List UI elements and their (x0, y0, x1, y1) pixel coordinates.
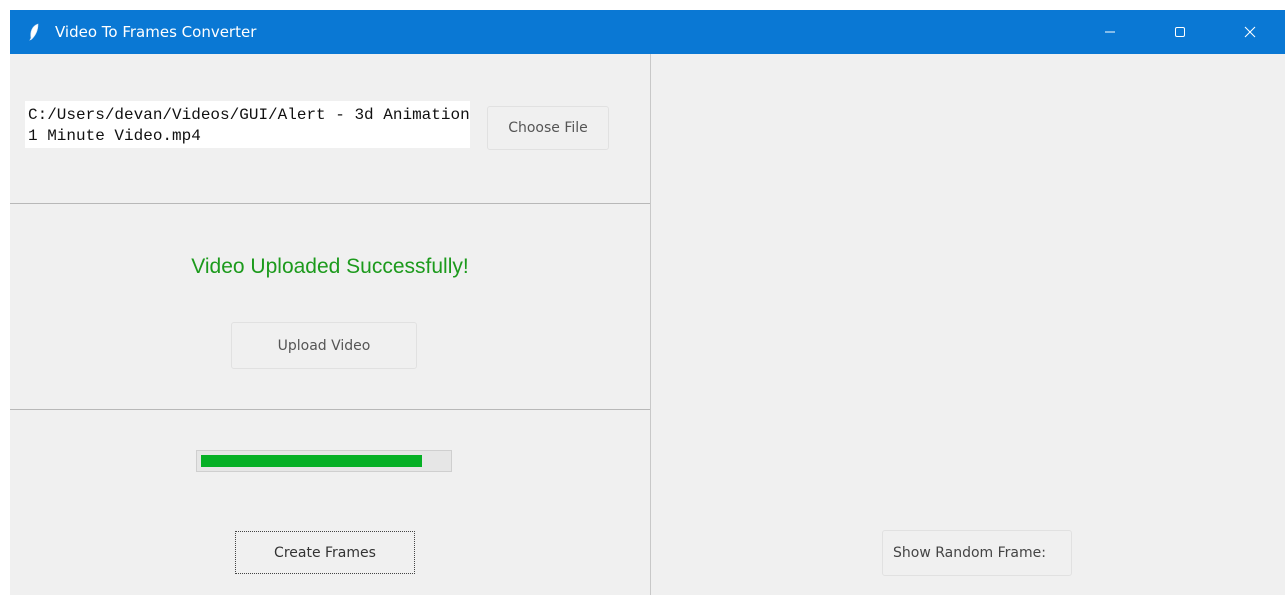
right-panel: Show Random Frame: (651, 54, 1285, 595)
close-button[interactable] (1215, 10, 1285, 54)
progress-bar-fill (201, 455, 422, 467)
progress-bar (196, 450, 452, 472)
title-bar[interactable]: Video To Frames Converter (10, 10, 1285, 54)
maximize-button[interactable] (1145, 10, 1215, 54)
show-random-frame-button[interactable]: Show Random Frame: (882, 530, 1072, 576)
upload-status-text: Video Uploaded Successfully! (191, 255, 469, 278)
close-icon (1244, 26, 1256, 38)
upload-video-button[interactable]: Upload Video (231, 322, 417, 369)
window-title: Video To Frames Converter (55, 23, 257, 41)
create-frames-button[interactable]: Create Frames (235, 531, 415, 574)
minimize-icon (1105, 31, 1115, 33)
app-window: Video To Frames Converter C:/Users/devan… (10, 10, 1285, 595)
left-panel: C:/Users/devan/Videos/GUI/Alert - 3d Ani… (10, 54, 651, 595)
section-divider (10, 409, 650, 410)
minimize-button[interactable] (1075, 10, 1145, 54)
file-path-field[interactable]: C:/Users/devan/Videos/GUI/Alert - 3d Ani… (25, 101, 470, 148)
maximize-icon (1175, 27, 1185, 37)
feather-icon (29, 23, 39, 41)
choose-file-button[interactable]: Choose File (487, 106, 609, 150)
section-divider (10, 203, 650, 204)
